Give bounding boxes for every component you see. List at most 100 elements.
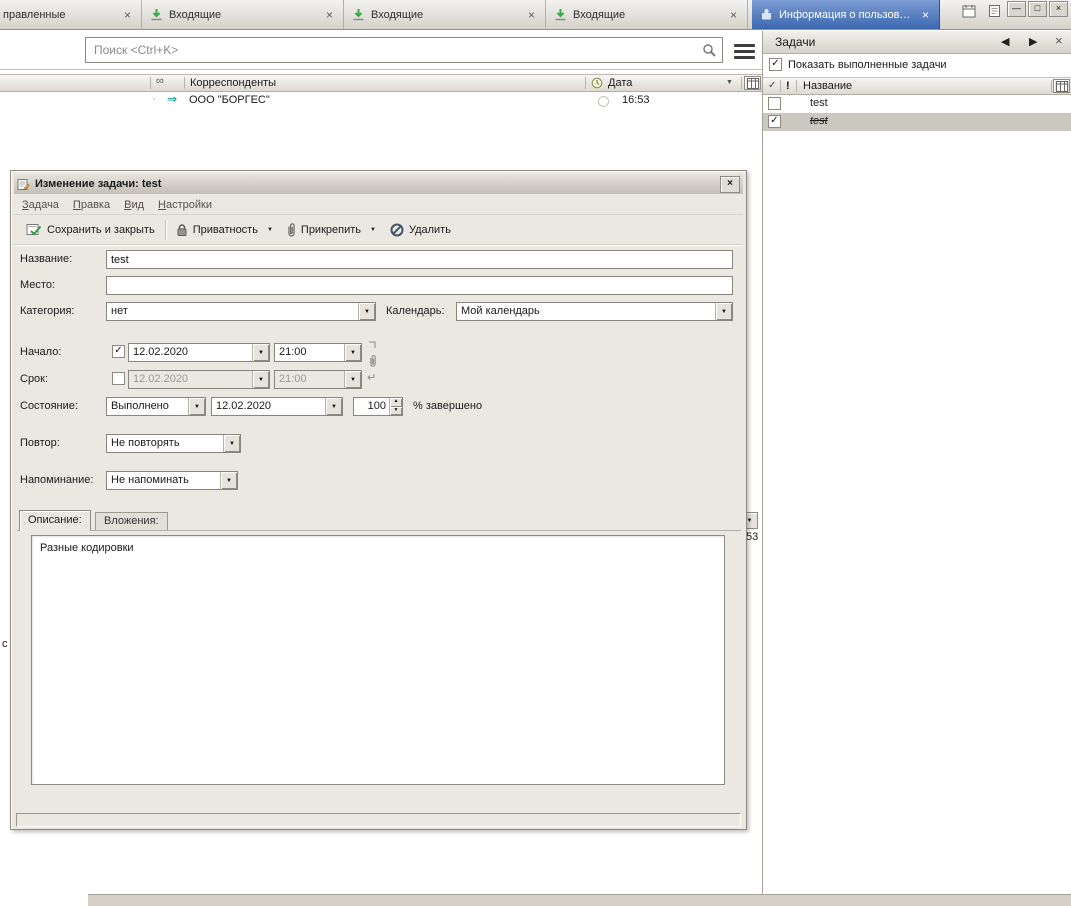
tab-sent[interactable]: правленные ×: [0, 0, 142, 29]
menu-settings[interactable]: Настройки: [158, 199, 212, 211]
caret-down-icon[interactable]: ▼: [344, 371, 361, 388]
description-textarea[interactable]: Разные кодировки: [31, 535, 725, 785]
column-date[interactable]: Дата: [608, 77, 632, 89]
mail-row[interactable]: · ⇒ ООО "БОРГЕС" 16:53: [0, 93, 762, 109]
caret-down-icon[interactable]: ▼: [358, 303, 375, 320]
menu-task[interactable]: Задача: [22, 199, 59, 211]
due-date-select[interactable]: 12.02.2020 ▼: [128, 370, 270, 389]
place-field[interactable]: [106, 276, 733, 295]
completed-column-icon[interactable]: ✓: [768, 80, 776, 91]
attach-button[interactable]: Прикрепить ▼: [280, 218, 383, 242]
tab-label: Входящие: [573, 9, 722, 21]
due-time-select[interactable]: 21:00 ▼: [274, 370, 362, 389]
menu-icon[interactable]: [734, 41, 755, 62]
name-column[interactable]: Название: [803, 80, 852, 92]
tab-inbox-1[interactable]: Входящие ×: [142, 0, 344, 29]
tab-attachments[interactable]: Вложения:: [95, 512, 168, 530]
search-input[interactable]: [86, 43, 696, 57]
start-time-value: 21:00: [275, 344, 344, 361]
percent-value: 100: [354, 398, 389, 415]
calendar-select[interactable]: Мой календарь ▼: [456, 302, 733, 321]
repeat-select[interactable]: Не повторять ▼: [106, 434, 241, 453]
privacy-button[interactable]: Приватность ▼: [169, 218, 280, 242]
paperclip-icon: [287, 223, 296, 238]
menu-view[interactable]: Вид: [124, 199, 144, 211]
column-picker-icon[interactable]: [744, 76, 761, 90]
percent-spinner[interactable]: 100 ▲ ▼: [353, 397, 403, 416]
tab-user-info[interactable]: Информация о пользоват ... ×: [752, 0, 940, 29]
privacy-label: Приватность: [193, 224, 258, 236]
name-field[interactable]: [106, 250, 733, 269]
priority-column[interactable]: !: [786, 80, 790, 92]
notes-icon[interactable]: [985, 2, 1003, 19]
task-done-checkbox[interactable]: [768, 115, 781, 128]
inbox-icon: [554, 8, 567, 21]
due-date-value: 12.02.2020: [129, 371, 252, 388]
start-enabled-checkbox[interactable]: [112, 345, 125, 358]
spin-up-icon[interactable]: ▲: [389, 398, 402, 407]
reminder-select[interactable]: Не напоминать ▼: [106, 471, 238, 490]
close-icon[interactable]: ×: [1055, 33, 1063, 48]
task-row[interactable]: test: [763, 95, 1071, 113]
tab-description[interactable]: Описание:: [19, 510, 91, 531]
lock-icon: [176, 223, 188, 237]
category-select[interactable]: нет ▼: [106, 302, 376, 321]
dialog-title-bar[interactable]: Изменение задачи: test ×: [14, 174, 743, 194]
maximize-button[interactable]: □: [1028, 1, 1047, 17]
bottom-scroll-strip[interactable]: [88, 894, 1071, 906]
state-select[interactable]: Выполнено ▼: [106, 397, 206, 416]
task-row-selected[interactable]: test: [763, 113, 1071, 131]
tab-inbox-2[interactable]: Входящие ×: [344, 0, 546, 29]
sort-icon[interactable]: ▼: [726, 79, 733, 86]
column-separator: [150, 77, 151, 89]
caret-down-icon[interactable]: ▼: [220, 472, 237, 489]
start-time-select[interactable]: 21:00 ▼: [274, 343, 362, 362]
tab-close-icon[interactable]: ×: [920, 8, 931, 22]
start-date-select[interactable]: 12.02.2020 ▼: [128, 343, 270, 362]
state-date-select[interactable]: 12.02.2020 ▼: [211, 397, 343, 416]
next-icon[interactable]: ▶: [1029, 35, 1037, 48]
caret-down-icon[interactable]: ▼: [715, 303, 732, 320]
tab-close-icon[interactable]: ×: [122, 8, 133, 22]
column-correspondents[interactable]: Корреспонденты: [190, 77, 276, 89]
search-icon[interactable]: [696, 43, 722, 58]
calendar-icon[interactable]: [960, 2, 978, 19]
tab-close-icon[interactable]: ×: [728, 8, 739, 22]
caret-down-icon[interactable]: ▼: [325, 398, 342, 415]
spin-down-icon[interactable]: ▼: [389, 407, 402, 416]
delete-button[interactable]: Удалить: [383, 218, 458, 242]
state-value: Выполнено: [107, 398, 188, 415]
close-button[interactable]: ×: [1049, 1, 1068, 17]
caret-down-icon[interactable]: ▼: [370, 227, 376, 233]
message-list-header: ∞ Корреспонденты Дата ▼: [0, 74, 762, 92]
column-separator: [184, 77, 185, 89]
caret-down-icon[interactable]: ▼: [188, 398, 205, 415]
reminder-value: Не напоминать: [107, 472, 220, 489]
tasks-panel: Задачи ◀ ▶ × Показать выполненные задачи…: [762, 31, 1071, 894]
due-label: Срок:: [20, 373, 48, 385]
caret-down-icon[interactable]: ▼: [344, 344, 361, 361]
tab-close-icon[interactable]: ×: [526, 8, 537, 22]
calendar-label: Календарь:: [386, 305, 445, 317]
tab-close-icon[interactable]: ×: [324, 8, 335, 22]
caret-down-icon[interactable]: ▼: [252, 344, 269, 361]
state-label: Состояние:: [20, 400, 78, 412]
minimize-button[interactable]: —: [1007, 1, 1026, 17]
prev-icon[interactable]: ◀: [1001, 35, 1009, 48]
column-picker-icon[interactable]: [1053, 79, 1070, 93]
background-text-fragment: с: [2, 638, 8, 650]
dialog-close-button[interactable]: ×: [720, 176, 740, 193]
caret-down-icon[interactable]: ▼: [223, 435, 240, 452]
tab-inbox-3[interactable]: Входящие ×: [546, 0, 748, 29]
due-enabled-checkbox[interactable]: [112, 372, 125, 385]
attachment-column-icon[interactable]: ∞: [156, 75, 164, 87]
save-and-close-button[interactable]: Сохранить и закрыть: [19, 218, 162, 242]
caret-down-icon[interactable]: ▼: [267, 227, 273, 233]
menu-edit[interactable]: Правка: [73, 199, 110, 211]
task-done-checkbox[interactable]: [768, 97, 781, 110]
dialog-title: Изменение задачи: test: [35, 178, 161, 190]
link-dates-icon: [368, 341, 376, 349]
due-time-value: 21:00: [275, 371, 344, 388]
caret-down-icon[interactable]: ▼: [252, 371, 269, 388]
show-completed-checkbox[interactable]: [769, 58, 782, 71]
